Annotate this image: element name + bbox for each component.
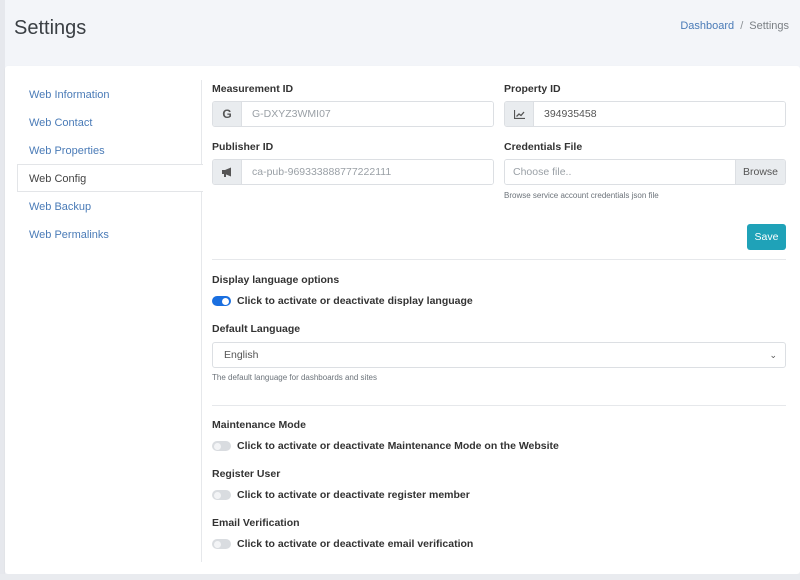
toggle-knob: [214, 540, 221, 548]
measurement-id-input[interactable]: [242, 102, 493, 126]
divider: [212, 259, 786, 260]
display-language-toggle-text: Click to activate or deactivate display …: [237, 295, 473, 307]
email-verification-toggle[interactable]: [212, 539, 231, 549]
sidebar-item-web-information[interactable]: Web Information: [17, 80, 203, 108]
publisher-id-group: [212, 159, 494, 185]
bottom-strip: [0, 574, 800, 580]
register-user-toggle-row: Click to activate or deactivate register…: [212, 488, 470, 502]
email-verification-toggle-row: Click to activate or deactivate email ve…: [212, 537, 473, 551]
credentials-file-group: Browse: [504, 159, 786, 185]
breadcrumb-current: Settings: [749, 20, 789, 32]
toggle-knob: [222, 297, 229, 305]
maintenance-mode-toggle-text: Click to activate or deactivate Maintena…: [237, 440, 559, 452]
display-language-toggle-row: Click to activate or deactivate display …: [212, 294, 473, 308]
maintenance-mode-toggle-row: Click to activate or deactivate Maintena…: [212, 439, 559, 453]
display-language-toggle[interactable]: [212, 296, 231, 306]
default-language-value: English: [224, 349, 259, 361]
register-user-toggle[interactable]: [212, 490, 231, 500]
maintenance-mode-toggle[interactable]: [212, 441, 231, 451]
chart-line-icon: [505, 102, 534, 126]
property-id-input[interactable]: [534, 102, 785, 126]
register-user-toggle-text: Click to activate or deactivate register…: [237, 489, 470, 501]
sidebar-item-web-backup[interactable]: Web Backup: [17, 192, 203, 220]
bullhorn-icon: [213, 160, 242, 184]
maintenance-mode-label: Maintenance Mode: [212, 419, 306, 431]
property-id-group: [504, 101, 786, 127]
breadcrumb-separator: /: [740, 20, 744, 32]
credentials-file-help: Browse service account credentials json …: [504, 191, 659, 200]
sidebar-item-web-config[interactable]: Web Config: [17, 164, 203, 192]
sidebar-divider: [201, 80, 202, 164]
property-id-label: Property ID: [504, 83, 561, 95]
sidebar-item-web-permalinks[interactable]: Web Permalinks: [17, 220, 203, 248]
breadcrumb-dashboard-link[interactable]: Dashboard: [680, 20, 734, 32]
chevron-down-icon: ⌄: [769, 349, 777, 360]
default-language-help: The default language for dashboards and …: [212, 373, 378, 382]
register-user-label: Register User: [212, 468, 281, 480]
default-language-select[interactable]: English ⌄: [212, 342, 786, 368]
google-icon: G: [213, 102, 242, 126]
email-verification-toggle-text: Click to activate or deactivate email ve…: [237, 538, 474, 550]
publisher-id-input[interactable]: [242, 160, 493, 184]
page-header: Settings Dashboard / Settings: [0, 0, 800, 66]
credentials-file-label: Credentials File: [504, 141, 583, 153]
default-language-label: Default Language: [212, 323, 301, 335]
toggle-knob: [214, 442, 221, 450]
toggle-knob: [214, 491, 221, 499]
page-title: Settings: [14, 17, 87, 39]
browse-button[interactable]: Browse: [735, 160, 785, 184]
settings-sidebar: Web Information Web Contact Web Properti…: [17, 80, 203, 248]
sidebar-item-web-properties[interactable]: Web Properties: [17, 136, 203, 164]
display-language-label: Display language options: [212, 274, 340, 286]
breadcrumb: Dashboard / Settings: [680, 20, 789, 32]
measurement-id-group: G: [212, 101, 494, 127]
email-verification-label: Email Verification: [212, 517, 300, 529]
save-button[interactable]: Save: [747, 224, 786, 250]
settings-card: Web Information Web Contact Web Properti…: [5, 66, 800, 574]
sidebar-item-web-contact[interactable]: Web Contact: [17, 108, 203, 136]
measurement-id-label: Measurement ID: [212, 83, 294, 95]
sidebar-divider: [201, 192, 202, 562]
credentials-file-input[interactable]: [505, 160, 735, 184]
publisher-id-label: Publisher ID: [212, 141, 274, 153]
divider: [212, 405, 786, 406]
